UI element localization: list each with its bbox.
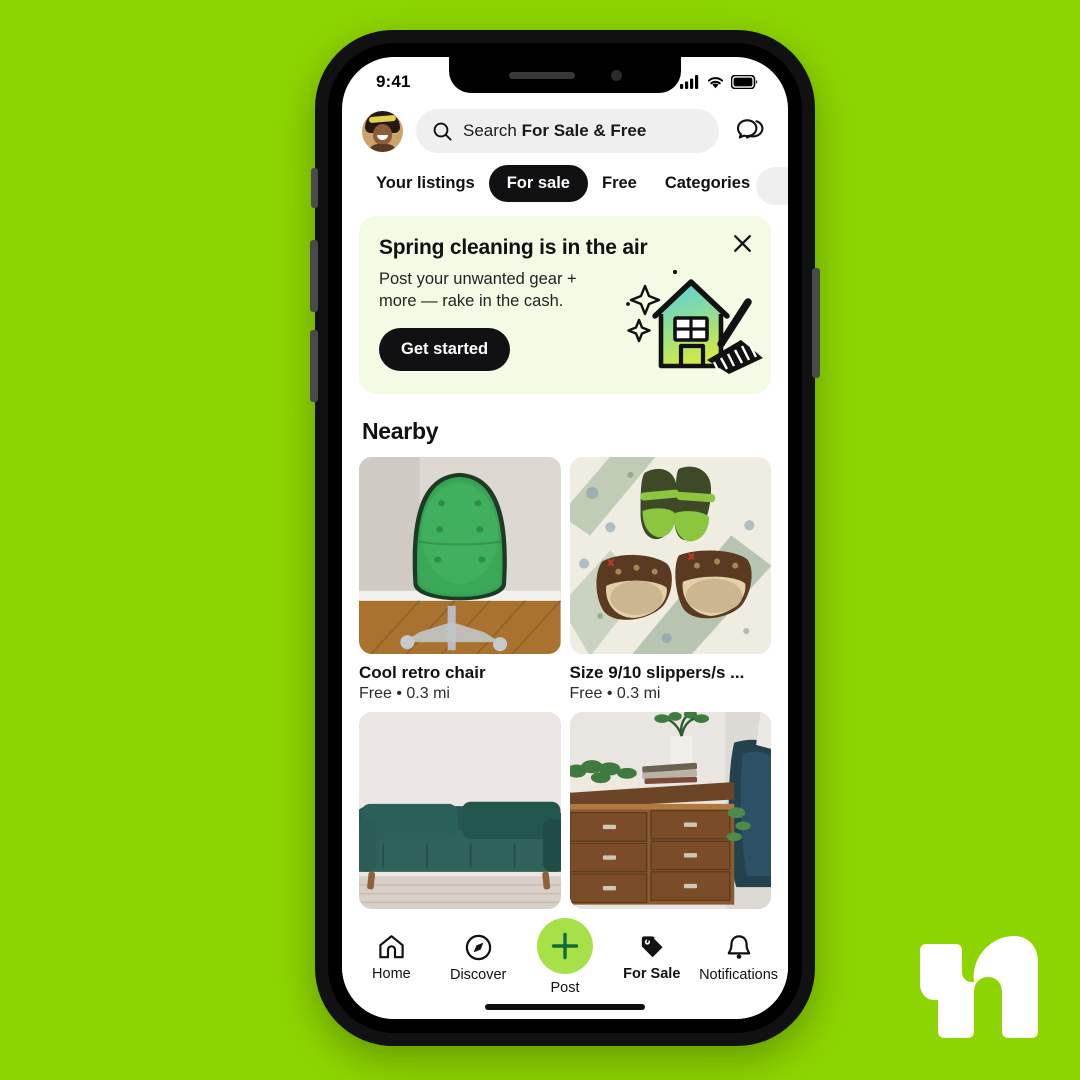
earpiece-speaker [508,71,575,79]
post-fab-button[interactable] [536,918,593,974]
search-prefix: Search [463,121,522,140]
nav-item-home[interactable]: Home [348,934,434,982]
nav-item-notifications[interactable]: Notifications [696,934,782,983]
tab-free[interactable]: Free [588,165,651,202]
home-icon [379,935,404,959]
listing-card[interactable] [569,712,771,909]
listing-card[interactable]: Cool retro chair Free • 0.3 mi [359,457,561,703]
listing-thumbnail[interactable] [569,712,771,909]
volume-up-button[interactable] [310,240,318,312]
wooden-dresser-photo [569,712,771,909]
home-indicator[interactable] [485,1004,645,1010]
promo-subtitle: Post your unwanted gear + more — rake in… [379,270,577,310]
promo-close-button[interactable] [729,230,755,256]
tab-categories-label: Categories [664,174,751,192]
nearby-listing-grid: Cool retro chair Free • 0.3 mi Size 9/10… [342,457,788,909]
price-tag-icon [642,936,663,958]
tab-overflow-pill[interactable] [756,167,788,205]
green-retro-office-chair-photo [359,457,561,654]
compass-icon [465,934,491,961]
avatar-body [368,143,397,152]
phone-screen: 9:41 Search For Sale & Free Your listing… [342,57,788,1019]
phone-mockup: 9:41 Search For Sale & Free Your listing… [310,30,820,1046]
user-avatar[interactable] [362,110,403,152]
house-with-rake-illustration [626,269,763,374]
brown-slippers-and-shoes-photo [569,457,771,654]
nav-item-post[interactable]: Post [522,918,608,996]
app-header: Search For Sale & Free [342,101,788,163]
tab-for-sale[interactable]: For sale [488,165,588,202]
nav-label-discover: Discover [449,967,507,983]
status-indicators [680,69,758,89]
tab-your-listings[interactable]: Your listings [362,165,489,202]
listing-meta: Free • 0.3 mi [359,685,450,702]
get-started-button[interactable]: Get started [379,327,511,371]
nav-item-for-sale[interactable]: For Sale [609,934,695,982]
search-input[interactable]: Search For Sale & Free [416,109,719,153]
messages-button[interactable] [732,112,770,150]
signal-bars-icon [680,75,699,89]
green-velvet-sofa-photo [359,712,561,909]
search-bold: For Sale & Free [521,121,647,140]
front-camera [610,69,622,81]
listing-title: Cool retro chair [359,663,486,682]
listing-card[interactable]: Size 9/10 slippers/s ... Free • 0.3 mi [569,457,771,703]
search-placeholder: Search For Sale & Free [463,121,646,141]
nav-label-for-sale: For Sale [623,966,681,982]
nearby-section-title: Nearby [362,418,439,444]
listing-thumbnail[interactable] [359,712,561,909]
volume-down-button[interactable] [310,330,318,402]
search-icon [433,122,452,141]
plus-icon [551,932,579,960]
listing-title: Size 9/10 slippers/s ... [569,663,745,682]
nav-item-discover[interactable]: Discover [435,934,521,983]
listing-thumbnail[interactable] [569,457,771,654]
nav-label-post: Post [550,980,580,996]
nextdoor-logo [920,936,1038,1038]
close-icon [733,234,751,252]
wifi-icon [707,77,724,89]
mute-switch[interactable] [311,168,318,208]
chat-bubbles-icon [736,119,764,139]
nav-label-home: Home [372,966,411,982]
notch [449,57,681,93]
listing-meta: Free • 0.3 mi [569,685,661,702]
status-time: 9:41 [376,72,411,91]
battery-full-icon [731,75,758,89]
category-tab-bar[interactable]: Your listings For sale Free Categories [342,163,788,210]
promo-banner: Spring cleaning is in the air Post your … [359,216,771,394]
listing-card[interactable] [359,712,561,909]
power-button[interactable] [812,268,820,378]
listing-thumbnail[interactable] [359,457,561,654]
promo-title: Spring cleaning is in the air [379,236,648,259]
bell-icon [727,935,750,959]
nav-label-notifications: Notifications [699,967,779,983]
